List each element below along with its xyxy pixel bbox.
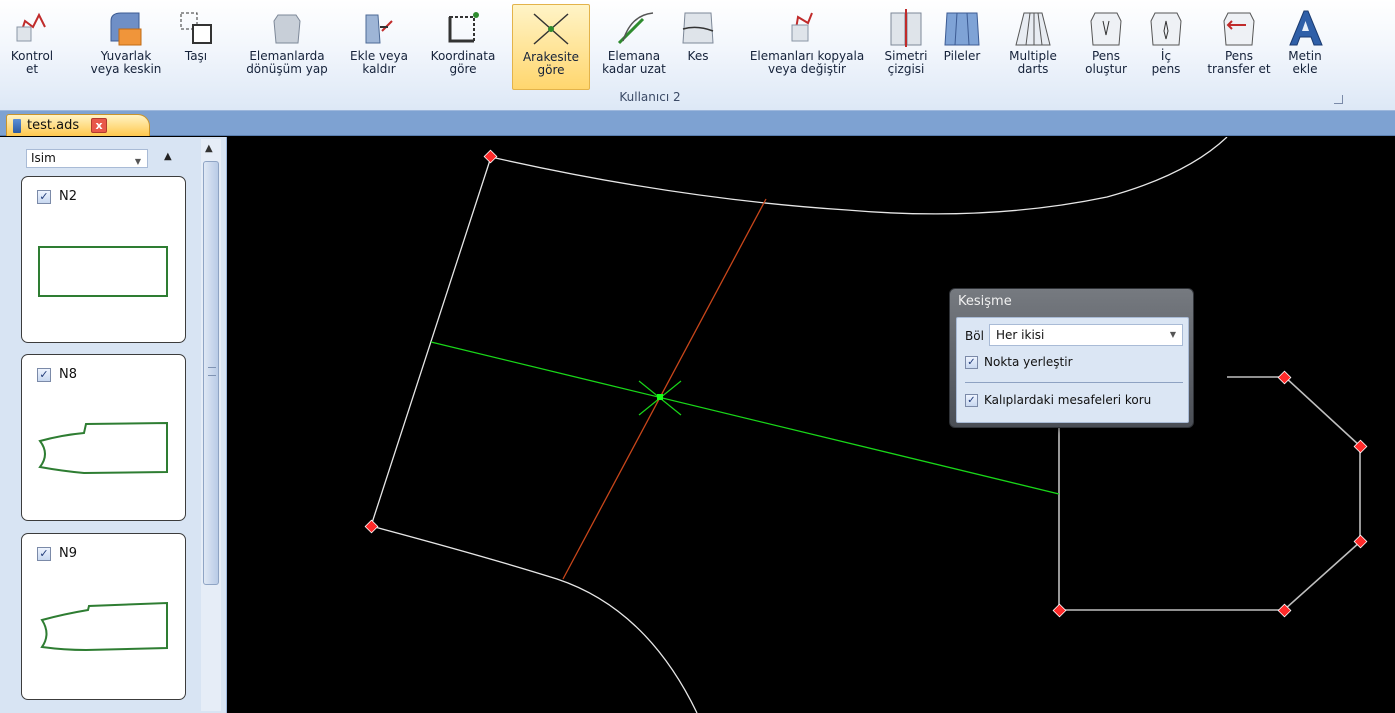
pattern-bottom-curve xyxy=(370,525,698,713)
ribbon-button-label-line2: göre xyxy=(449,62,477,76)
pattern-drawing xyxy=(364,137,1368,713)
close-tab-icon[interactable]: x xyxy=(91,118,108,133)
keep-distances-label: Kalıplardaki mesafeleri koru xyxy=(984,393,1152,407)
ribbon-button-kontrol[interactable]: Kontrol et xyxy=(6,4,58,90)
file-icon xyxy=(13,118,21,133)
dart-transfer-icon xyxy=(1216,6,1262,50)
point-markers xyxy=(364,149,1368,618)
tab-label: test.ads xyxy=(27,118,80,133)
pieces-panel: Isim ▼ ▲ ✓ N2 ✓ N8 ✓ N9 ▲ xyxy=(0,137,227,713)
multiple-darts-icon xyxy=(1010,6,1056,50)
pattern-left-edge xyxy=(370,156,492,527)
ribbon-button-metin[interactable]: Metin ekle xyxy=(1282,4,1328,90)
ribbon-button-label-line2: çizgisi xyxy=(887,62,925,76)
keep-distances-checkbox[interactable]: ✓ xyxy=(965,393,978,407)
grip-icon xyxy=(208,367,216,376)
intersection-dialog: Kesişme Böl Her ikisi ▼ ✓ Nokta yerleşti… xyxy=(949,288,1194,428)
ribbon-button-label-line2: ekle xyxy=(1292,62,1318,76)
ribbon-button-label-line2: pens xyxy=(1151,62,1181,76)
split-label: Böl xyxy=(965,329,984,343)
ribbon-button-label-line2: veya değiştir xyxy=(768,62,846,76)
ribbon-button-label-line2: kadar uzat xyxy=(602,62,666,76)
inner-dart-icon xyxy=(1143,6,1189,50)
place-point-option[interactable]: ✓ Nokta yerleştir xyxy=(965,355,1073,369)
ribbon-button-label-line2: darts xyxy=(1017,62,1049,76)
piece-thumbnail-n2 xyxy=(38,246,168,297)
dart-create-icon xyxy=(1083,6,1129,50)
piece-thumbnail-n9 xyxy=(40,601,168,652)
ribbon-button-label-line2: oluştur xyxy=(1085,62,1127,76)
group-label: Kullanıcı 2 xyxy=(619,90,681,104)
ribbon-button-kes[interactable]: Kes xyxy=(676,4,720,90)
ribbon-button-koordinata[interactable]: Koordinata göre xyxy=(420,4,506,90)
ribbon-button-label-line2: göre xyxy=(537,63,565,77)
chevron-down-icon: ▼ xyxy=(1169,330,1176,339)
sort-select[interactable]: Isim ▼ xyxy=(26,149,148,168)
ribbon-button-pileler[interactable]: Pileler xyxy=(937,4,987,90)
ribbon-button-ekle[interactable]: Ekle veya kaldır xyxy=(342,4,416,90)
piece-thumbnail-n8 xyxy=(38,421,168,475)
ribbon-button-tasi[interactable]: Taşı xyxy=(178,4,214,90)
pattern-top-curve xyxy=(490,137,1228,215)
ribbon-button-kopyala[interactable]: Elemanları kopyala veya değiştir xyxy=(737,4,877,90)
split-value: Her ikisi xyxy=(996,328,1045,342)
ribbon-button-pens[interactable]: Pens oluştur xyxy=(1077,4,1135,90)
ribbon-button-label-line2: kaldır xyxy=(362,62,396,76)
document-tabstrip: test.ads x xyxy=(0,111,1395,136)
intersection-icon xyxy=(528,7,574,51)
place-point-checkbox[interactable]: ✓ xyxy=(965,355,978,369)
scroll-up-icon[interactable]: ▲ xyxy=(205,143,213,154)
ribbon-button-label-line2: veya keskin xyxy=(90,62,162,76)
panel-scrollbar[interactable]: ▲ xyxy=(201,139,221,711)
piece-card-n2[interactable]: ✓ N2 xyxy=(21,176,186,343)
ribbon-button-donusum[interactable]: Elemanlarda dönüşüm yap xyxy=(235,4,339,90)
extend-icon xyxy=(611,6,657,50)
ribbon-button-arakesite[interactable]: Arakesite göre xyxy=(512,4,590,90)
cut-icon xyxy=(675,6,721,50)
drawing-canvas[interactable] xyxy=(227,137,1395,713)
ribbon-button-simetri[interactable]: Simetri çizgisi xyxy=(880,4,932,90)
add-text-icon xyxy=(1282,6,1328,50)
tab-test-ads[interactable]: test.ads x xyxy=(6,114,150,136)
keep-distances-option[interactable]: ✓ Kalıplardaki mesafeleri koru xyxy=(965,393,1151,407)
intersection-marker xyxy=(638,380,682,416)
ribbon-button-multiple[interactable]: Multiple darts xyxy=(1000,4,1066,90)
group-launcher-icon[interactable] xyxy=(1334,95,1343,104)
dialog-body: Böl Her ikisi ▼ ✓ Nokta yerleştir ✓ Kalı… xyxy=(956,317,1189,423)
ribbon-button-uzat[interactable]: Elemana kadar uzat xyxy=(589,4,679,90)
ribbon-button-label: Kes xyxy=(687,49,709,63)
piece-card-n9[interactable]: ✓ N9 xyxy=(21,533,186,700)
place-point-label: Nokta yerleştir xyxy=(984,355,1073,369)
ribbon-button-icpens[interactable]: İç pens xyxy=(1144,4,1188,90)
ribbon-button-label: Taşı xyxy=(184,49,208,63)
ribbon-button-label-line2: dönüşüm yap xyxy=(246,62,328,76)
ribbon-button-label-line2: transfer et xyxy=(1207,62,1271,76)
symmetry-icon xyxy=(883,6,929,50)
round-corner-icon xyxy=(103,6,149,50)
transform-icon xyxy=(264,6,310,50)
ribbon-button-label-line2: et xyxy=(25,62,39,76)
check-shirt-icon xyxy=(9,6,55,50)
ribbon-button-label: Pileler xyxy=(943,49,981,63)
dialog-separator xyxy=(965,382,1183,383)
chevron-down-icon: ▼ xyxy=(134,157,141,166)
ribbon-button-transfer[interactable]: Pens transfer et xyxy=(1196,4,1282,90)
ribbon-button-yuvarlak[interactable]: Yuvarlak veya keskin xyxy=(80,4,172,90)
move-icon xyxy=(173,6,219,50)
scroll-thumb[interactable] xyxy=(203,161,219,585)
coordinate-icon xyxy=(440,6,486,50)
piece-card-n8[interactable]: ✓ N8 xyxy=(21,354,186,521)
orange-line xyxy=(562,198,767,580)
add-remove-icon xyxy=(356,6,402,50)
copy-replace-icon xyxy=(784,6,830,50)
dialog-title: Kesişme xyxy=(958,294,1012,309)
sort-ascending-icon[interactable]: ▲ xyxy=(164,151,172,162)
pleats-icon xyxy=(939,6,985,50)
split-select[interactable]: Her ikisi ▼ xyxy=(989,324,1183,346)
sort-value: Isim xyxy=(31,151,56,165)
ribbon-toolbar: Kontrol et Yuvarlak veya keskin Taşı Elemanla… xyxy=(0,0,1395,111)
